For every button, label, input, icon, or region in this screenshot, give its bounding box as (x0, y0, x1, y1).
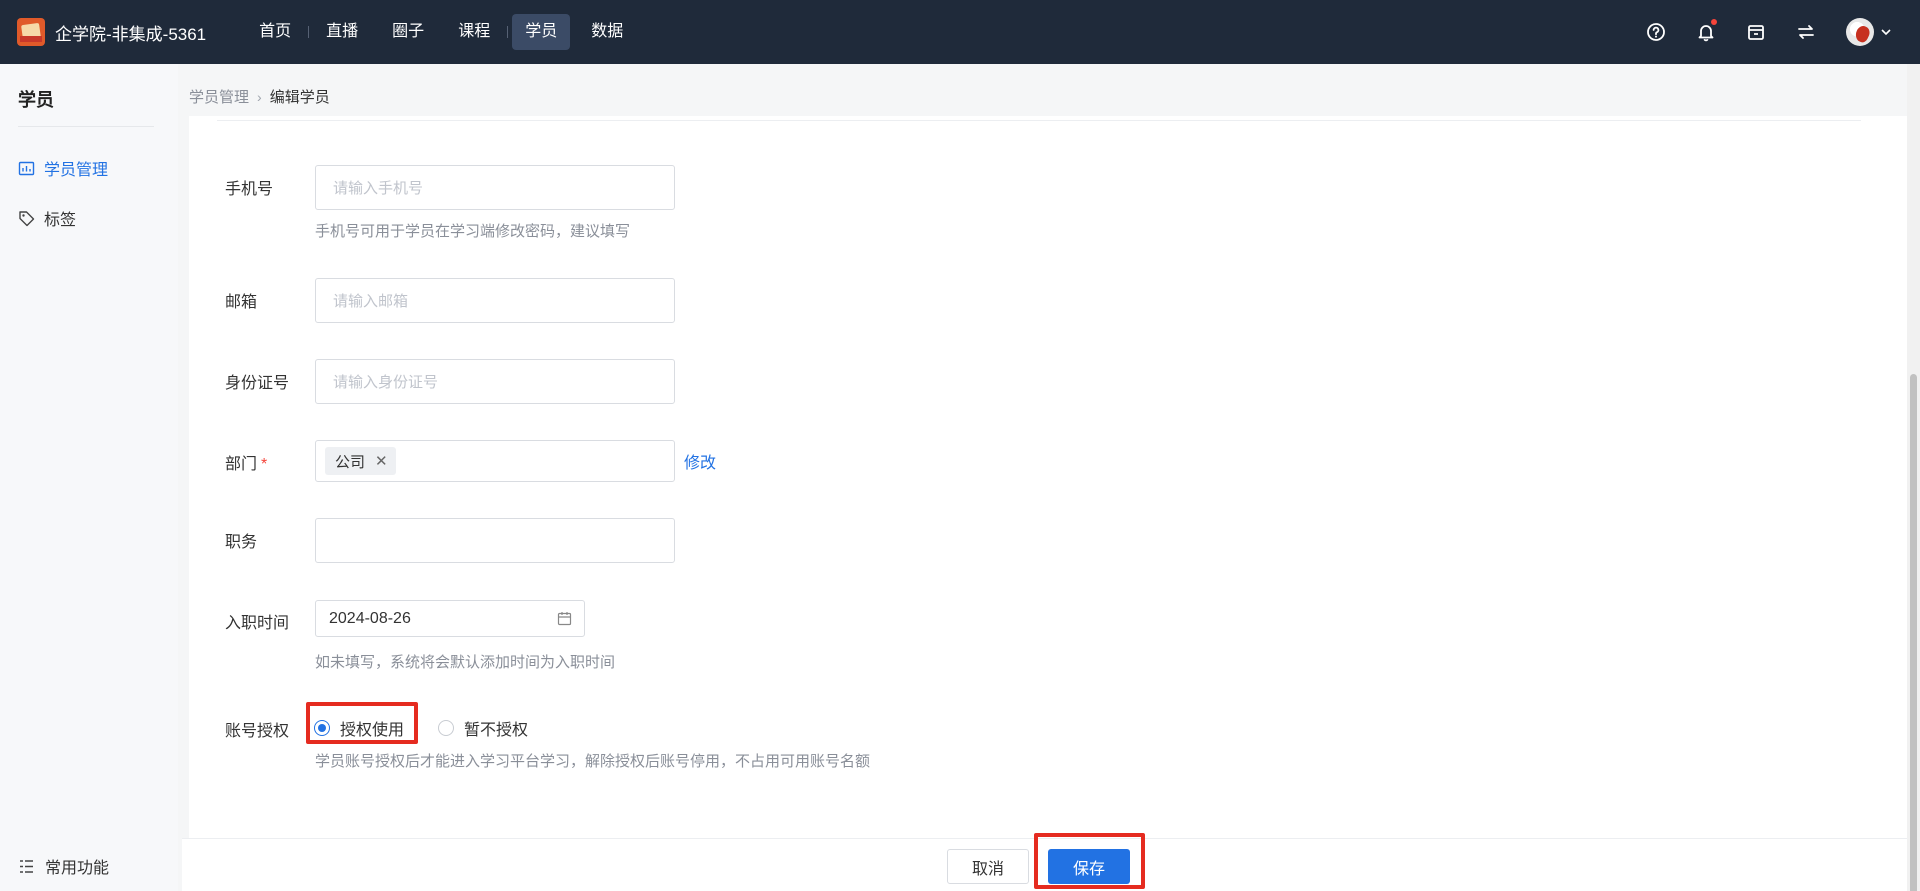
app-logo (17, 18, 45, 46)
nav-circle[interactable]: 圈子 (379, 14, 437, 50)
id-number-label: 身份证号 (225, 375, 290, 392)
email-label: 邮箱 (225, 294, 258, 311)
tag-icon (19, 210, 35, 226)
department-edit-link[interactable]: 修改 (684, 449, 716, 473)
email-placeholder: 请输入邮箱 (333, 293, 409, 310)
sidebar-item-tags[interactable]: 标签 (18, 206, 76, 230)
radio-not-authorize-label: 暂不授权 (464, 722, 529, 739)
radio-not-authorize[interactable]: 暂不授权 (438, 716, 528, 740)
position-label: 职务 (225, 534, 258, 551)
phone-placeholder: 请输入手机号 (333, 180, 424, 197)
account-auth-hint: 学员账号授权后才能进入学习平台学习，解除授权后账号停用，不占用可用账号名额 (315, 753, 871, 770)
cancel-button[interactable]: 取消 (947, 849, 1029, 884)
breadcrumb-parent[interactable]: 学员管理 (189, 86, 249, 107)
top-navbar: 企学院-非集成-5361 首页 直播 圈子 课程 学员 数据 (0, 0, 1920, 64)
nav-separator (308, 26, 310, 38)
switch-icon[interactable] (1796, 22, 1816, 42)
highlight-box (306, 702, 418, 744)
highlight-box (1034, 833, 1145, 889)
join-date-hint: 如未填写，系统将会默认添加时间为入职时间 (315, 654, 616, 671)
phone-hint: 手机号可用于学员在学习端修改密码，建议填写 (315, 223, 631, 240)
divider (217, 120, 1861, 121)
id-number-placeholder: 请输入身份证号 (333, 374, 439, 391)
join-date-value: 2024-08-26 (329, 609, 411, 627)
bell-icon[interactable] (1696, 19, 1717, 42)
sidebar: 学员 学员管理 标签 (0, 64, 178, 891)
sidebar-item-label: 学员管理 (44, 162, 109, 179)
scrollbar[interactable] (1907, 64, 1920, 891)
required-mark: * (261, 456, 268, 473)
department-tag: 公司 ✕ (325, 447, 396, 475)
chart-icon (18, 161, 35, 175)
nav-live[interactable]: 直播 (313, 14, 371, 50)
join-date-input[interactable]: 2024-08-26 (315, 600, 585, 637)
nav-course[interactable]: 课程 (445, 14, 503, 50)
shop-icon[interactable] (1746, 22, 1766, 42)
department-tag-label: 公司 (335, 453, 366, 471)
sidebar-title: 学员 (18, 90, 54, 110)
id-number-input[interactable]: 请输入身份证号 (315, 359, 675, 404)
phone-label: 手机号 (225, 181, 274, 198)
nav-separator (507, 26, 509, 38)
app-title: 企学院-非集成-5361 (55, 24, 207, 44)
account-auth-label: 账号授权 (225, 723, 290, 740)
nav-home[interactable]: 首页 (246, 14, 304, 50)
breadcrumb: 学员管理 › 编辑学员 (189, 86, 330, 107)
chevron-right-icon: › (257, 88, 262, 105)
help-icon[interactable] (1646, 22, 1666, 42)
department-label: 部门 * (225, 450, 267, 474)
phone-input[interactable]: 请输入手机号 (315, 165, 675, 210)
nav-students[interactable]: 学员 (512, 14, 571, 50)
user-menu[interactable] (1846, 18, 1892, 46)
sidebar-divider (18, 126, 154, 127)
list-icon (20, 859, 33, 873)
common-functions-button[interactable]: 常用功能 (18, 854, 109, 878)
email-input[interactable]: 请输入邮箱 (315, 278, 675, 323)
join-date-label: 入职时间 (225, 615, 290, 632)
sidebar-item-label: 标签 (44, 212, 77, 229)
department-select[interactable]: 公司 ✕ (315, 440, 675, 482)
chevron-down-icon (1881, 29, 1891, 36)
position-input[interactable] (315, 518, 675, 563)
common-functions-label: 常用功能 (45, 860, 110, 877)
avatar[interactable] (1846, 18, 1874, 46)
breadcrumb-current: 编辑学员 (269, 89, 330, 106)
nav-data[interactable]: 数据 (578, 14, 636, 50)
scrollbar-thumb[interactable] (1910, 374, 1917, 891)
notification-dot (1711, 19, 1717, 25)
main-nav: 首页 直播 圈子 课程 学员 数据 (242, 14, 640, 50)
close-icon[interactable]: ✕ (375, 452, 388, 470)
department-label-text: 部门 (225, 456, 258, 473)
calendar-icon[interactable] (557, 611, 572, 626)
sidebar-item-student-management[interactable]: 学员管理 (18, 156, 108, 180)
radio-unchecked-icon[interactable] (438, 720, 455, 736)
